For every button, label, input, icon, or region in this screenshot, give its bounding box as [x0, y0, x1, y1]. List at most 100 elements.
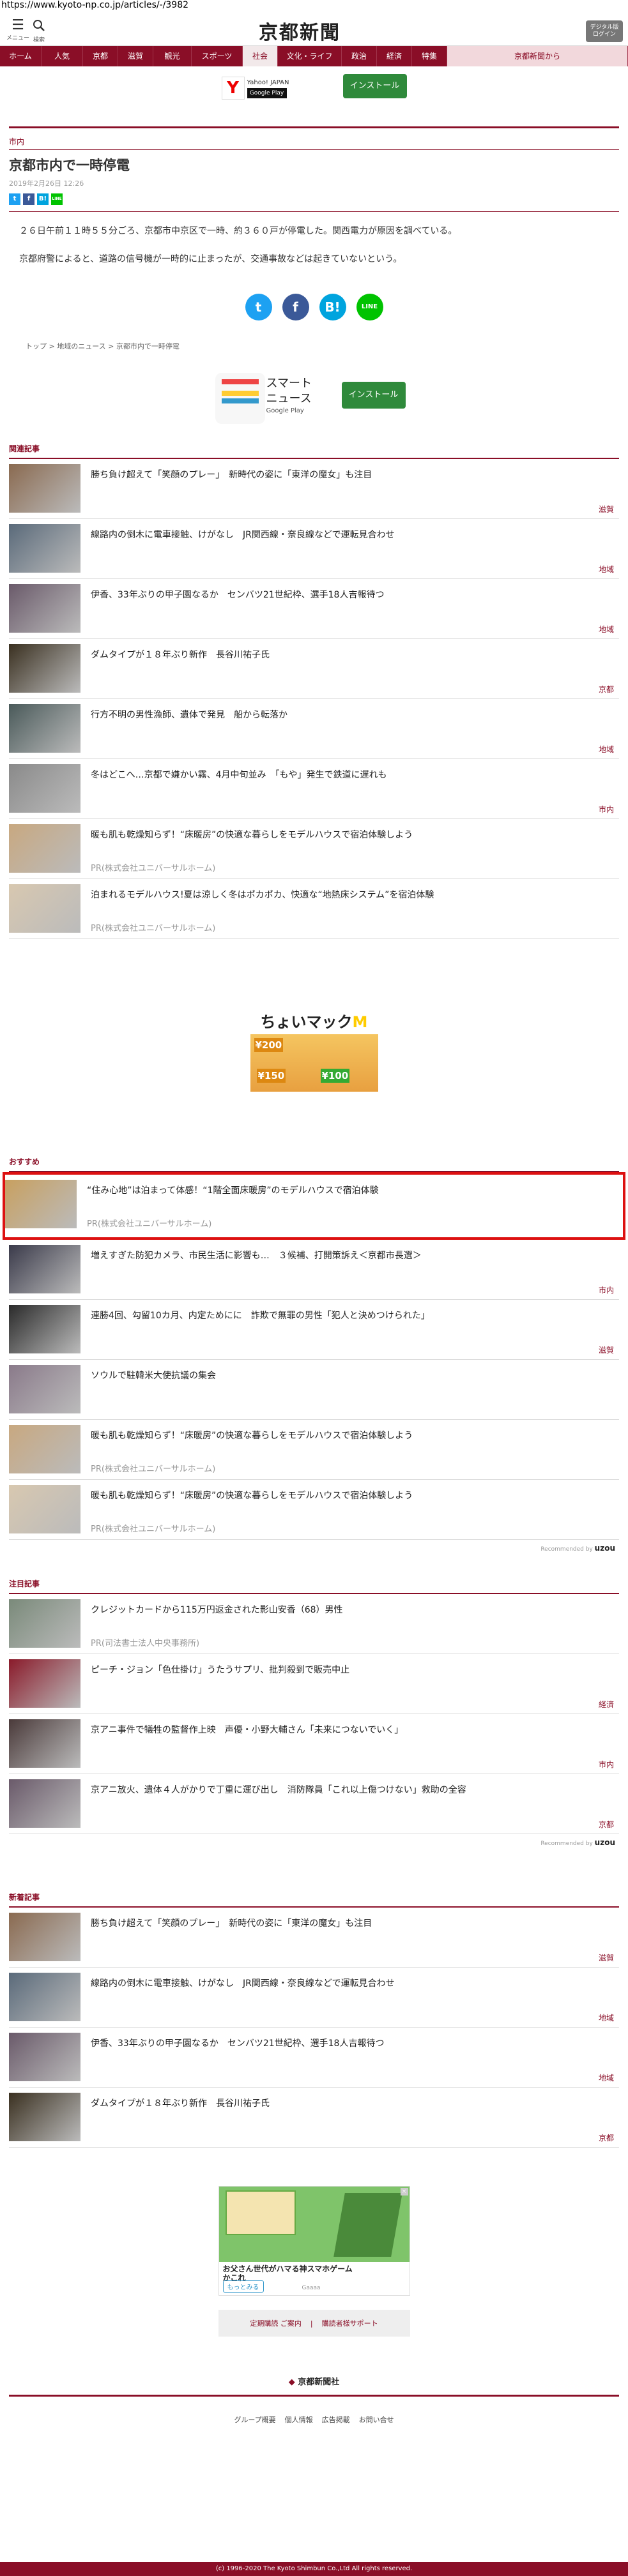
category-tag[interactable]: 滋賀: [599, 1952, 614, 1963]
article-thumbnail[interactable]: [9, 1779, 80, 1828]
recommend-item[interactable]: 暖も肌も乾燥知らず！“床暖房”の快適な暮らしをモデルハウスで宿泊体験しよう PR(…: [9, 1480, 619, 1540]
article-headline[interactable]: 線路内の倒木に電車接触、けがなし JR関西線・奈良線などで運転見合わせ: [91, 528, 395, 541]
related-item[interactable]: 勝ち負け超えて「笑顔のプレー」 新時代の姿に「東洋の魔女」も注目滋賀: [9, 459, 619, 519]
category-tag[interactable]: 京都: [599, 684, 614, 695]
footer-link-contact[interactable]: お問い合せ: [359, 2414, 394, 2425]
nav-tab[interactable]: スポーツ: [192, 46, 243, 66]
featured-item[interactable]: 京アニ放火、遺体４人がかりで丁重に運び出し 消防隊員「これ以上傷つけない」救助の…: [9, 1774, 619, 1834]
article-headline[interactable]: 連勝4回、勾留10カ月、内定ためにに 詐欺で無罪の男性「犯人と決めつけられた」: [91, 1309, 430, 1322]
hatena-share-icon[interactable]: B!: [37, 193, 49, 205]
footer-link-ads[interactable]: 広告掲載: [322, 2414, 350, 2425]
category-tag[interactable]: 地域: [599, 2012, 614, 2023]
footer-link-privacy[interactable]: 個人情報: [285, 2414, 313, 2425]
article-headline[interactable]: ソウルで駐韓米大使抗議の集会: [91, 1369, 216, 1382]
related-item[interactable]: 伊香、33年ぶりの甲子園なるか センバツ21世紀枠、選手18人吉報待つ地域: [9, 579, 619, 639]
recommend-item[interactable]: 連勝4回、勾留10カ月、内定ためにに 詐欺で無罪の男性「犯人と決めつけられた」滋…: [9, 1300, 619, 1360]
article-headline[interactable]: 京アニ事件で犠牲の監督作上映 声優・小野大輔さん「未来につないでいく」: [91, 1723, 403, 1736]
game-ad-more-button[interactable]: もっとみる: [222, 2280, 264, 2293]
nav-tab[interactable]: 社会: [243, 46, 278, 66]
category-tag[interactable]: 滋賀: [599, 504, 614, 515]
article-headline[interactable]: 増えすぎた防犯カメラ、市民生活に影響も… ３候補、打開策訴え＜京都市長選＞: [91, 1249, 422, 1262]
nav-tab[interactable]: 人気: [42, 46, 83, 66]
article-headline[interactable]: ダムタイプが１８年ぶり新作 長谷川祐子氏: [91, 2097, 270, 2109]
category-tag[interactable]: 地域: [599, 744, 614, 755]
menu-button[interactable]: ☰ メニュー: [6, 18, 29, 42]
nav-tab[interactable]: 京都新聞から: [447, 46, 628, 66]
article-headline[interactable]: “住み心地”は泊まって体感！“1階全面床暖房”のモデルハウスで宿泊体験: [87, 1184, 379, 1196]
category-tag[interactable]: 京都: [599, 1819, 614, 1830]
featured-item[interactable]: クレジットカードから115万円返金された影山安香（68）男性 PR(司法書士法人中…: [9, 1594, 619, 1654]
article-headline[interactable]: 伊香、33年ぶりの甲子園なるか センバツ21世紀枠、選手18人吉報待つ: [91, 2037, 384, 2049]
related-item[interactable]: ダムタイプが１８年ぶり新作 長谷川祐子氏京都: [9, 639, 619, 699]
category-tag[interactable]: 京都: [599, 2132, 614, 2143]
article-headline[interactable]: 勝ち負け超えて「笑顔のプレー」 新時代の姿に「東洋の魔女」も注目: [91, 1917, 372, 1929]
category-tag[interactable]: 地域: [599, 624, 614, 635]
footer-logo[interactable]: ◆ 京都新聞社: [0, 2375, 628, 2387]
line-share-large-icon[interactable]: LINE: [356, 294, 383, 320]
nav-tab[interactable]: 経済: [377, 46, 412, 66]
latest-item[interactable]: 伊香、33年ぶりの甲子園なるか センバツ21世紀枠、選手18人吉報待つ地域: [9, 2028, 619, 2088]
related-item[interactable]: 線路内の倒木に電車接触、けがなし JR関西線・奈良線などで運転見合わせ地域: [9, 519, 619, 579]
recommend-item[interactable]: 増えすぎた防犯カメラ、市民生活に影響も… ３候補、打開策訴え＜京都市長選＞ 市内: [9, 1240, 619, 1300]
facebook-share-icon[interactable]: f: [23, 193, 34, 205]
article-thumbnail[interactable]: [9, 1305, 80, 1353]
article-thumbnail[interactable]: [9, 764, 80, 813]
category-tag[interactable]: 市内: [599, 1759, 614, 1770]
subscriber-support-link[interactable]: 購読者様サポート: [322, 2318, 378, 2328]
article-headline[interactable]: 冬はどこへ…京都で嫌かい霧、4月中旬並み 「もや」発生で鉄道に遅れも: [91, 768, 387, 781]
article-headline[interactable]: 京アニ放火、遺体４人がかりで丁重に運び出し 消防隊員「これ以上傷つけない」救助の…: [91, 1783, 466, 1796]
close-icon[interactable]: ×: [400, 2188, 408, 2196]
recommend-item[interactable]: ソウルで駐韓米大使抗議の集会: [9, 1360, 619, 1420]
article-headline[interactable]: クレジットカードから115万円返金された影山安香（68）男性: [91, 1603, 343, 1616]
related-item[interactable]: 冬はどこへ…京都で嫌かい霧、4月中旬並み 「もや」発生で鉄道に遅れも 市内: [9, 759, 619, 819]
category-tag[interactable]: 滋賀: [599, 1344, 614, 1355]
related-item[interactable]: 暖も肌も乾燥知らず！“床暖房”の快適な暮らしをモデルハウスで宿泊体験しよう PR(…: [9, 819, 619, 879]
related-item[interactable]: 行方不明の男性漁師、遺体で発見 船から転落か 地域: [9, 699, 619, 759]
article-thumbnail[interactable]: [9, 2093, 80, 2141]
footer-link-group[interactable]: グループ概要: [234, 2414, 275, 2425]
article-headline[interactable]: 伊香、33年ぶりの甲子園なるか センバツ21世紀枠、選手18人吉報待つ: [91, 588, 384, 601]
article-thumbnail[interactable]: [5, 1180, 77, 1228]
latest-item[interactable]: 勝ち負け超えて「笑顔のプレー」 新時代の姿に「東洋の魔女」も注目滋賀: [9, 1908, 619, 1968]
nav-tab[interactable]: ホーム: [0, 46, 42, 66]
article-headline[interactable]: 暖も肌も乾燥知らず！“床暖房”の快適な暮らしをモデルハウスで宿泊体験しよう: [91, 1489, 413, 1502]
install-button-smartnews[interactable]: インストール: [341, 382, 406, 409]
article-thumbnail[interactable]: [9, 1485, 80, 1533]
article-thumbnail[interactable]: [9, 464, 80, 513]
recommend-item[interactable]: “住み心地”は泊まって体感！“1階全面床暖房”のモデルハウスで宿泊体験 PR(株式…: [3, 1172, 625, 1240]
subscription-info-link[interactable]: 定期購読 ご案内: [250, 2318, 302, 2328]
featured-item[interactable]: ピーチ・ジョン「色仕掛け」うたうサプリ、批判殺到で販売中止経済: [9, 1654, 619, 1714]
category-tag[interactable]: 地域: [599, 2072, 614, 2083]
article-thumbnail[interactable]: [9, 1599, 80, 1648]
article-headline[interactable]: ピーチ・ジョン「色仕掛け」うたうサプリ、批判殺到で販売中止: [91, 1663, 349, 1676]
article-thumbnail[interactable]: [9, 824, 80, 873]
breadcrumb-region[interactable]: 地域のニュース: [57, 342, 105, 350]
article-headline[interactable]: 暖も肌も乾燥知らず！“床暖房”の快適な暮らしをモデルハウスで宿泊体験しよう: [91, 828, 413, 841]
search-button[interactable]: 検索: [32, 18, 46, 43]
url-bar[interactable]: https://www.kyoto-np.co.jp/articles/-/39…: [0, 0, 628, 13]
article-thumbnail[interactable]: [9, 1365, 80, 1413]
category-tag[interactable]: 地域: [599, 564, 614, 575]
twitter-share-large-icon[interactable]: t: [245, 294, 272, 320]
game-ad[interactable]: お父さん世代がハマる神スマホゲーム かこれ もっとみる Gaaaa ×: [218, 2186, 410, 2296]
nav-tab[interactable]: 特集: [412, 46, 447, 66]
article-headline[interactable]: 線路内の倒木に電車接触、けがなし JR関西線・奈良線などで運転見合わせ: [91, 1977, 395, 1989]
recommend-item[interactable]: 暖も肌も乾燥知らず！“床暖房”の快適な暮らしをモデルハウスで宿泊体験しよう PR(…: [9, 1420, 619, 1480]
article-thumbnail[interactable]: [9, 1973, 80, 2021]
article-headline[interactable]: 勝ち負け超えて「笑顔のプレー」 新時代の姿に「東洋の魔女」も注目: [91, 468, 372, 481]
article-thumbnail[interactable]: [9, 524, 80, 573]
install-button-yahoo[interactable]: インストール: [342, 74, 407, 98]
hatena-share-large-icon[interactable]: B!: [319, 294, 346, 320]
article-headline[interactable]: ダムタイプが１８年ぶり新作 長谷川祐子氏: [91, 648, 270, 661]
category-tag[interactable]: 経済: [599, 1699, 614, 1710]
related-item[interactable]: 泊まれるモデルハウス!夏は涼しく冬はポカポカ、快適な“地熱床システム”を宿泊体験…: [9, 879, 619, 939]
article-thumbnail[interactable]: [9, 2033, 80, 2081]
yahoo-app-ad[interactable]: Y Yahoo! JAPAN Google Play インストール: [215, 74, 413, 120]
mcdonalds-ad[interactable]: ちょいマックM ¥200 ¥150 ¥100: [250, 1009, 378, 1092]
nav-tab[interactable]: 滋賀: [118, 46, 153, 66]
article-category[interactable]: 市内: [9, 136, 628, 147]
line-share-icon[interactable]: LINE: [51, 193, 63, 205]
latest-item[interactable]: 線路内の倒木に電車接触、けがなし JR関西線・奈良線などで運転見合わせ地域: [9, 1968, 619, 2028]
smartnews-ad[interactable]: スマート ニュース Google Play インストール: [215, 373, 413, 430]
article-thumbnail[interactable]: [9, 584, 80, 633]
